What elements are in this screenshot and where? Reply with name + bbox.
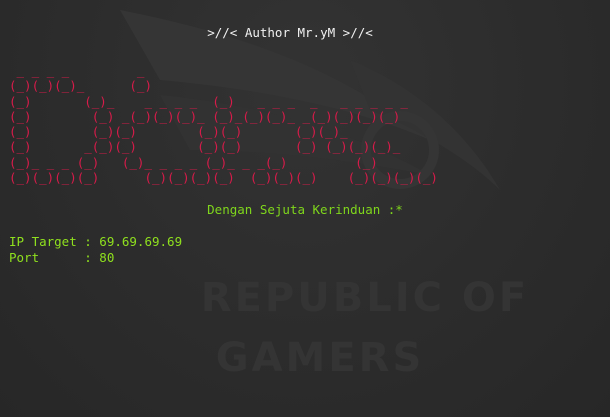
watermark-line1: REPUBLIC OF (200, 275, 530, 321)
port-line: Port : 80 (9, 250, 115, 265)
tagline: Dengan Sejuta Kerinduan :* (207, 202, 403, 217)
ip-target-line: IP Target : 69.69.69.69 (9, 234, 183, 249)
ascii-banner: _ _ _ _ _ (_)(_)(_)_ (_) (_) (_)_ _ _ _ … (9, 63, 438, 186)
author-line: >//< Author Mr.yM >//< (207, 25, 373, 40)
terminal-window[interactable]: REPUBLIC OF GAMERS >//< Author Mr.yM >//… (0, 0, 610, 417)
watermark-line2: GAMERS (215, 335, 425, 381)
